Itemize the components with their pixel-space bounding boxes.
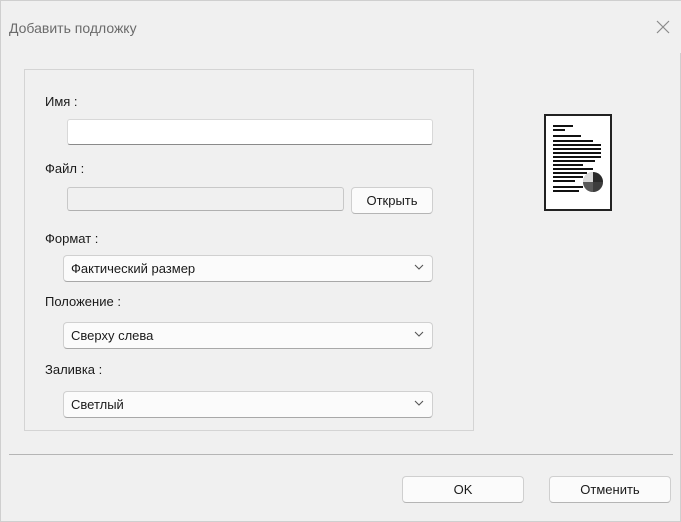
name-input[interactable] bbox=[67, 119, 433, 145]
document-preview-icon bbox=[553, 125, 603, 192]
open-file-button[interactable]: Открыть bbox=[351, 187, 433, 214]
fill-label: Заливка : bbox=[45, 362, 103, 377]
position-label: Положение : bbox=[45, 294, 121, 309]
chevron-down-icon bbox=[414, 400, 424, 406]
fill-value: Светлый bbox=[71, 397, 124, 412]
dialog-title: Добавить подложку bbox=[9, 20, 137, 36]
title-bar: Добавить подложку bbox=[1, 1, 681, 53]
close-icon bbox=[656, 20, 670, 34]
file-path-field bbox=[67, 187, 344, 211]
fill-select[interactable]: Светлый bbox=[63, 391, 433, 418]
close-button[interactable] bbox=[647, 13, 679, 41]
name-label: Имя : bbox=[45, 94, 78, 109]
footer-divider bbox=[9, 454, 673, 455]
position-select[interactable]: Сверху слева bbox=[63, 322, 433, 349]
format-value: Фактический размер bbox=[71, 261, 196, 276]
cancel-button[interactable]: Отменить bbox=[549, 476, 671, 503]
position-value: Сверху слева bbox=[71, 328, 154, 343]
watermark-preview bbox=[544, 114, 612, 211]
file-label: Файл : bbox=[45, 161, 85, 176]
chevron-down-icon bbox=[414, 264, 424, 270]
ok-button[interactable]: OK bbox=[402, 476, 524, 503]
format-label: Формат : bbox=[45, 231, 99, 246]
chevron-down-icon bbox=[414, 331, 424, 337]
format-select[interactable]: Фактический размер bbox=[63, 255, 433, 282]
add-watermark-dialog: Добавить подложку Имя : Файл : Открыть Ф… bbox=[0, 0, 681, 522]
